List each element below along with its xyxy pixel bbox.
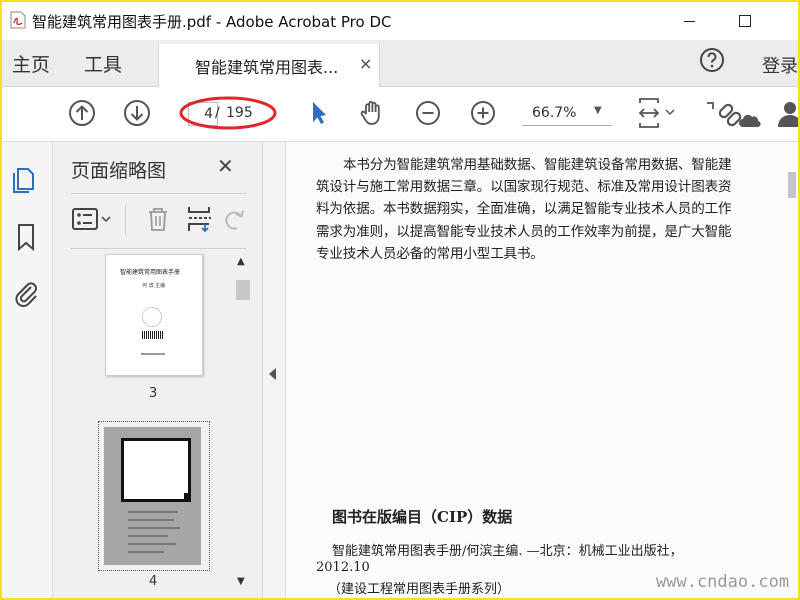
help-icon[interactable] — [699, 47, 725, 73]
stamp-icon — [142, 307, 162, 327]
user-icon[interactable] — [768, 97, 798, 129]
thumbnail-scrollbar[interactable]: ▲ ▼ — [234, 254, 250, 596]
chevron-down-icon: ▼ — [594, 105, 602, 116]
cip-text: 2012.10 — [316, 560, 370, 575]
acrobat-pdf-icon — [10, 11, 26, 29]
thumbnail-page-author: 何 滨 主编 — [142, 283, 166, 289]
arrow-down-circle-icon[interactable] — [121, 97, 153, 129]
page-thumbnails-icon[interactable] — [11, 164, 41, 194]
thumbnail-text-line — [128, 543, 176, 545]
thumbnail-text-line — [128, 519, 174, 521]
scrollbar-thumb[interactable] — [236, 280, 250, 300]
divider — [71, 248, 247, 249]
thumbnail-text-line — [128, 535, 168, 537]
menu-bar: 主页 工具 智能建筑常用图表... × 登录 — [2, 40, 798, 87]
chevron-left-icon[interactable] — [269, 368, 276, 380]
arrow-up-circle-icon[interactable] — [66, 97, 98, 129]
publisher-line — [141, 353, 165, 355]
zoom-in-icon[interactable] — [467, 97, 499, 129]
cip-heading: 图书在版编目（CIP）数据 — [332, 508, 513, 526]
panel-title: 页面缩略图 — [71, 160, 167, 182]
panel-collapse-strip[interactable] — [263, 142, 286, 598]
document-scrollbar-thumb[interactable] — [788, 172, 796, 198]
close-panel-button[interactable]: ✕ — [217, 154, 234, 178]
share-link-icon[interactable] — [705, 97, 765, 129]
document-paragraph: 本书分为智能建筑常用基础数据、智能建筑设备常用数据、智能建筑设计与施工常用数据三… — [316, 157, 732, 262]
close-tab-button[interactable]: × — [359, 54, 372, 73]
login-button[interactable]: 登录 — [762, 52, 798, 78]
scroll-up-icon[interactable]: ▲ — [237, 256, 245, 267]
menu-home[interactable]: 主页 — [12, 50, 50, 77]
window-title: 智能建筑常用图表手册.pdf - Adobe Acrobat Pro DC — [32, 13, 392, 31]
navigation-rail — [2, 142, 53, 598]
trash-icon[interactable] — [143, 204, 173, 234]
thumbnail-frame — [121, 438, 191, 502]
maximize-button[interactable] — [725, 6, 765, 36]
insert-pages-icon[interactable] — [185, 204, 215, 234]
thumbnail-text-line — [128, 527, 180, 529]
zoom-dropdown[interactable]: 66.7% ▼ — [522, 103, 612, 126]
divider — [71, 193, 247, 194]
thumbnail-page-title: 智能建筑常用图表手册 — [120, 269, 181, 276]
zoom-value: 66.7% — [532, 105, 577, 121]
acrobat-window: 智能建筑常用图表手册.pdf - Adobe Acrobat Pro DC 主页… — [0, 0, 800, 600]
fit-page-icon[interactable] — [636, 97, 684, 129]
paperclip-icon[interactable] — [11, 278, 41, 308]
options-menu-icon[interactable] — [71, 204, 115, 234]
thumbnail-mark — [184, 493, 190, 499]
page-thumbnail[interactable]: 智能建筑常用图表手册 何 滨 主编 — [105, 254, 203, 376]
watermark: www.cndao.com — [656, 572, 790, 592]
hand-icon[interactable] — [357, 97, 389, 129]
thumbnail-page-number: 3 — [149, 386, 158, 401]
thumbnail-page-number: 4 — [149, 574, 158, 589]
cip-text: （建设工程常用图表手册系列） — [328, 582, 511, 597]
cip-text: 智能建筑常用图表手册/何滨主编. —北京：机械工业出版社， — [332, 544, 683, 559]
minimize-button[interactable] — [670, 6, 710, 36]
page-thumbnails-panel: 页面缩略图 ✕ 智能建筑常用图表手册 何 滨 主编 3 4 ▲ ▼ — [53, 142, 263, 598]
thumbnail-text-line — [128, 551, 164, 553]
scroll-down-icon[interactable]: ▼ — [237, 576, 245, 587]
barcode-icon — [142, 331, 164, 339]
document-tab-label: 智能建筑常用图表... — [195, 58, 339, 77]
page-separator: / — [215, 105, 220, 121]
toolbar: 4 / 195 66.7% ▼ — [2, 87, 798, 142]
title-bar: 智能建筑常用图表手册.pdf - Adobe Acrobat Pro DC — [2, 2, 798, 40]
document-tab[interactable]: 智能建筑常用图表... × — [158, 44, 380, 87]
thumbnail-text-line — [128, 511, 178, 513]
pointer-icon[interactable] — [302, 97, 334, 129]
document-page: 本书分为智能建筑常用基础数据、智能建筑设备常用数据、智能建筑设计与施工常用数据三… — [286, 142, 798, 598]
divider — [125, 206, 126, 234]
rotate-icon[interactable] — [223, 204, 245, 234]
total-pages: 195 — [226, 105, 253, 121]
zoom-out-icon[interactable] — [412, 97, 444, 129]
page-thumbnail-selected[interactable] — [104, 427, 201, 565]
bookmark-icon[interactable] — [11, 222, 41, 252]
page-number-input[interactable]: 4 — [188, 102, 218, 126]
menu-tools[interactable]: 工具 — [84, 50, 122, 77]
